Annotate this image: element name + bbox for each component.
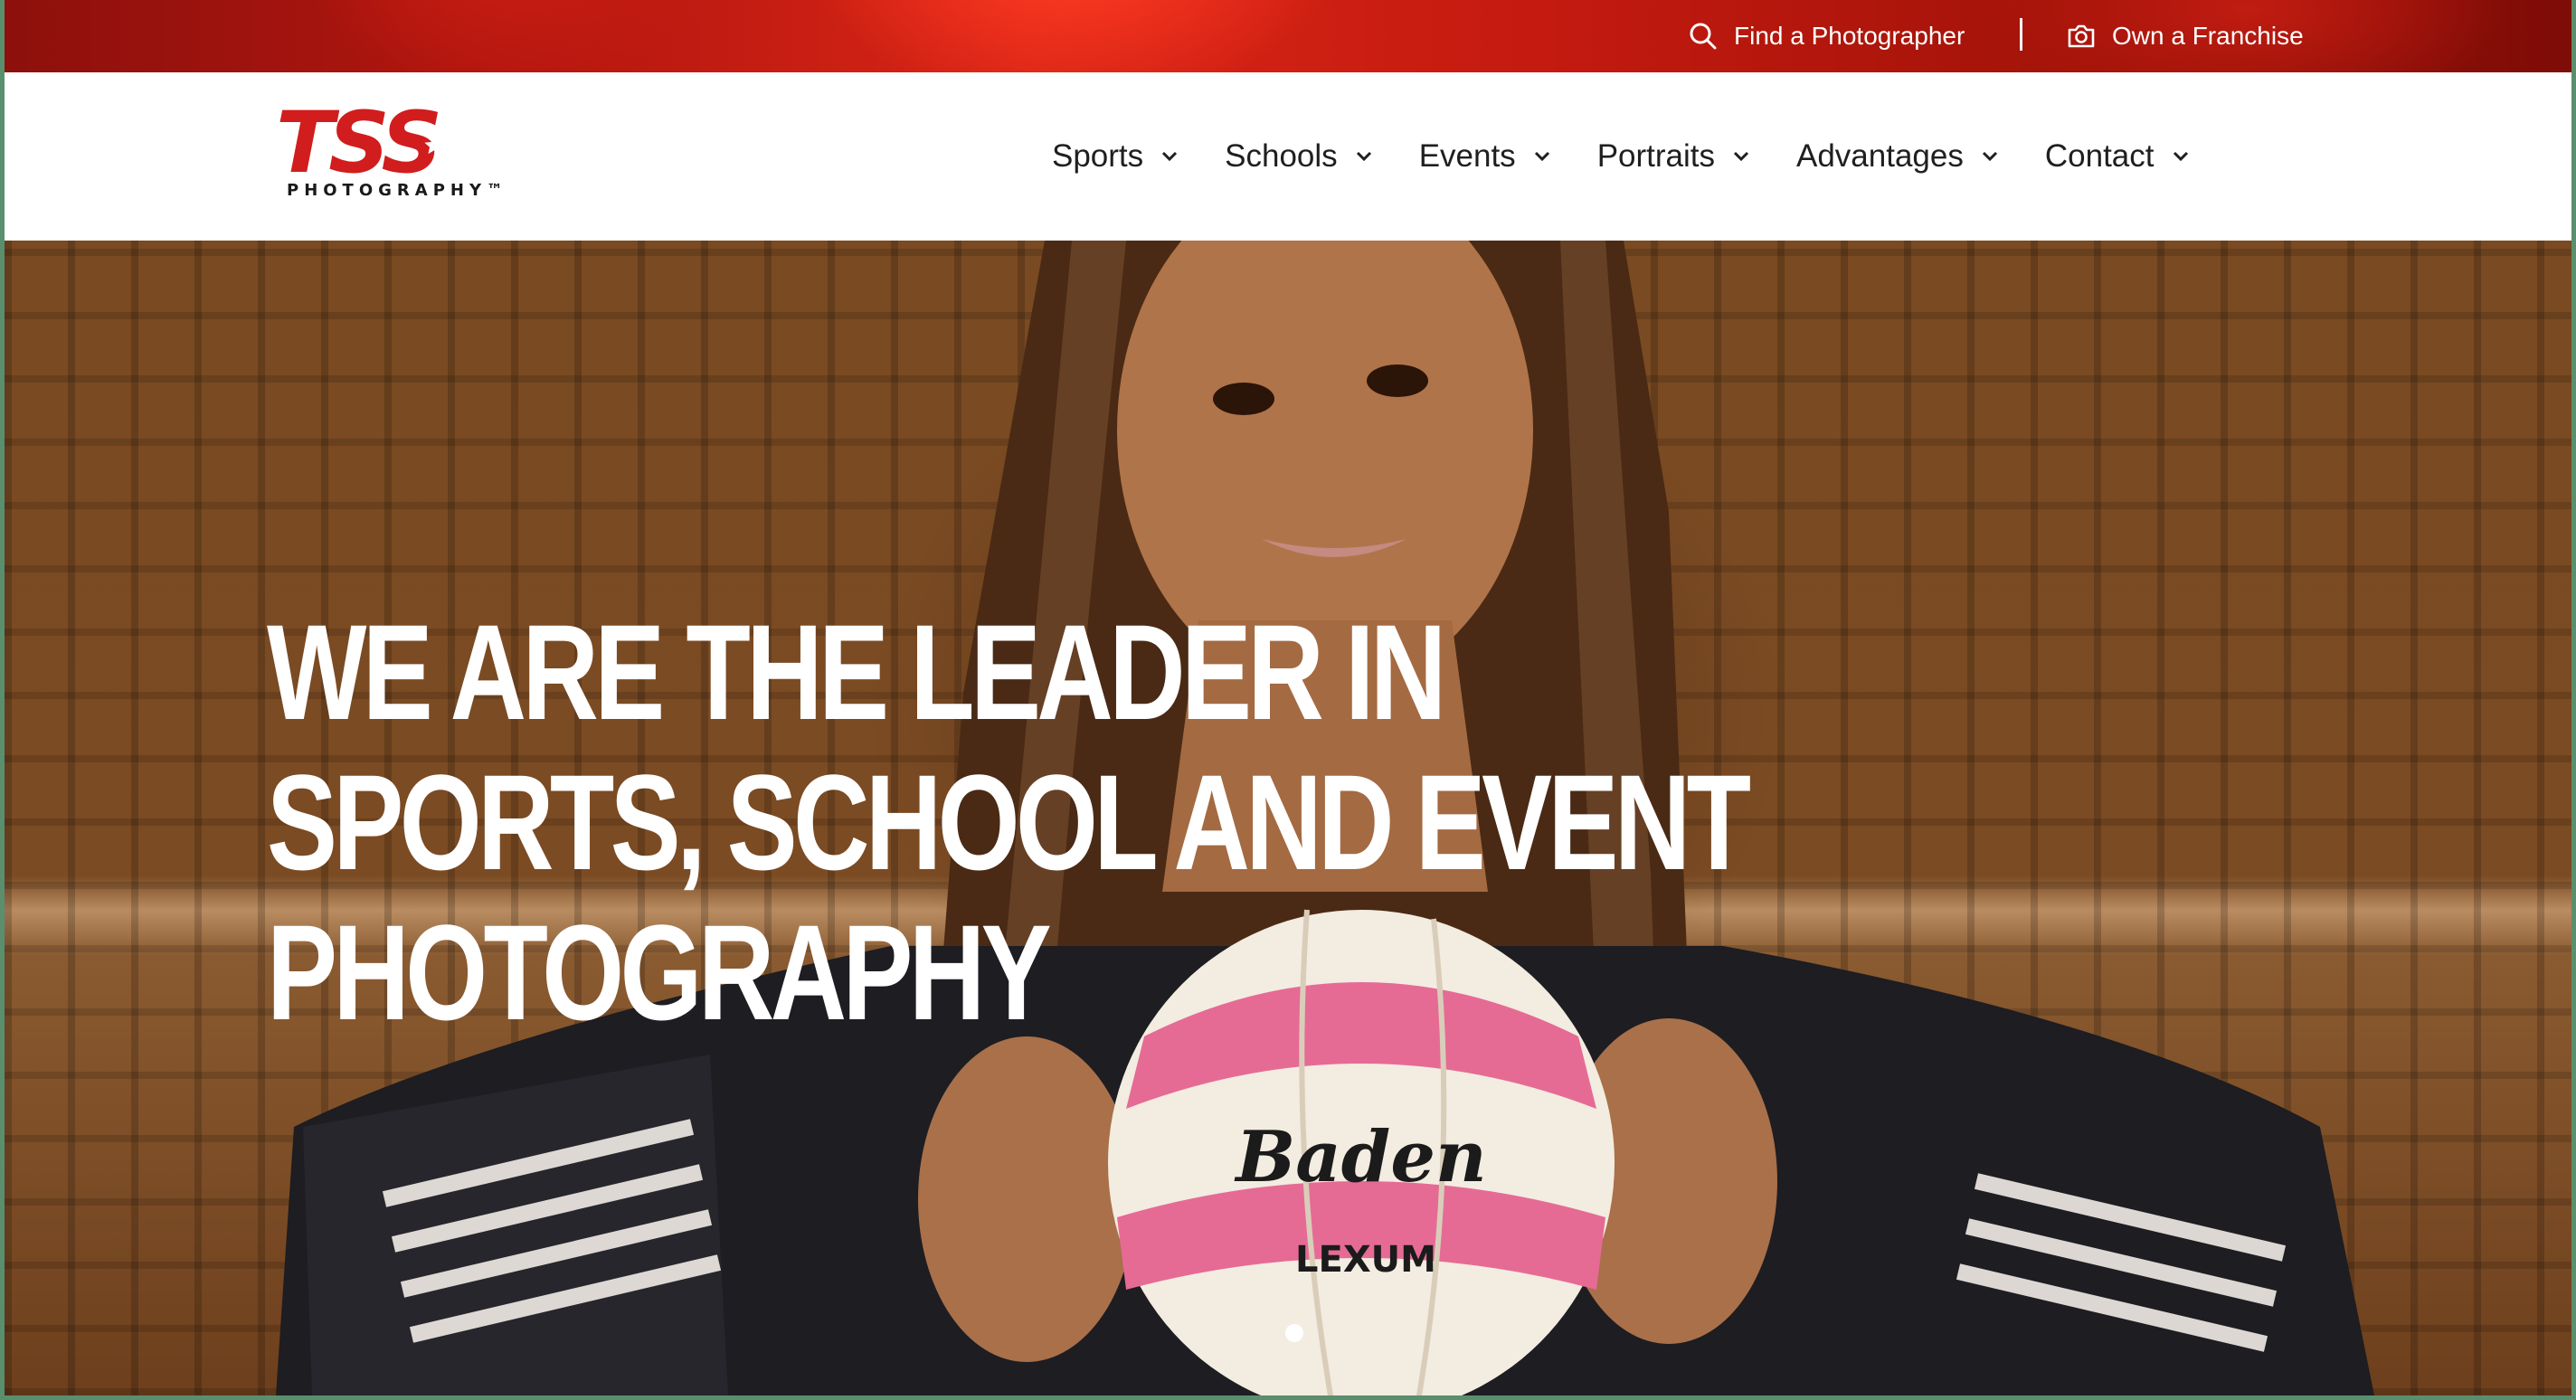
chevron-down-icon: [1534, 151, 1549, 162]
ball-model-text: LEXUM: [1295, 1239, 1436, 1281]
search-icon: [1690, 23, 1717, 50]
main-header: TSS PHOTOGRAPHY™ Sports Schools Events P…: [5, 72, 2571, 241]
hero-heading-line-3: PHOTOGRAPHY: [267, 896, 1052, 1048]
nav-schools-label: Schools: [1225, 138, 1338, 174]
logo-mark: TSS: [276, 94, 442, 193]
ball-brand-text: Baden: [1234, 1116, 1486, 1198]
nav-schools[interactable]: Schools: [1225, 132, 1374, 181]
slider-dot-active[interactable]: [1285, 1324, 1303, 1342]
browser-viewport: Find a Photographer Own a Franchise TSS …: [5, 0, 2571, 1395]
hero-banner: Baden LEXUM WE ARE THE LEADER IN SPORTS,…: [5, 241, 2571, 1395]
tss-logo[interactable]: TSS PHOTOGRAPHY™: [276, 94, 503, 210]
nav-advantages[interactable]: Advantages: [1796, 132, 2000, 181]
own-franchise-link[interactable]: Own a Franchise: [2067, 18, 2304, 54]
nav-events[interactable]: Events: [1419, 132, 1552, 181]
chevron-down-icon: [1733, 151, 1749, 162]
nav-contact[interactable]: Contact: [2045, 132, 2191, 181]
star-icon: [424, 136, 444, 155]
nav-advantages-label: Advantages: [1796, 138, 1964, 174]
chevron-down-icon: [1356, 151, 1371, 162]
chevron-down-icon: [2173, 151, 2188, 162]
nav-sports-label: Sports: [1052, 138, 1144, 174]
hero-heading: WE ARE THE LEADER IN SPORTS, SCHOOL AND …: [267, 596, 1751, 1048]
nav-portraits-label: Portraits: [1596, 138, 1715, 174]
slider-pagination: [1285, 1324, 1303, 1342]
find-photographer-label: Find a Photographer: [1734, 22, 1965, 50]
nav-portraits[interactable]: Portraits: [1597, 132, 1751, 181]
logo-subtitle: PHOTOGRAPHY™: [287, 181, 508, 200]
hero-heading-line-1: WE ARE THE LEADER IN: [267, 596, 1446, 748]
hero-heading-line-2: SPORTS, SCHOOL AND EVENT: [267, 746, 1751, 898]
main-nav: Sports Schools Events Portraits Advantag…: [1052, 132, 2236, 181]
own-franchise-label: Own a Franchise: [2112, 22, 2304, 50]
chevron-down-icon: [1162, 151, 1178, 162]
camera-icon: [2068, 24, 2095, 48]
nav-contact-label: Contact: [2044, 138, 2155, 174]
utility-bar: Find a Photographer Own a Franchise: [5, 0, 2571, 72]
find-photographer-link[interactable]: Find a Photographer: [1689, 18, 1965, 54]
utility-divider: [2020, 18, 2022, 51]
nav-sports[interactable]: Sports: [1052, 132, 1179, 181]
nav-events-label: Events: [1418, 138, 1516, 174]
chevron-down-icon: [1982, 151, 1997, 162]
